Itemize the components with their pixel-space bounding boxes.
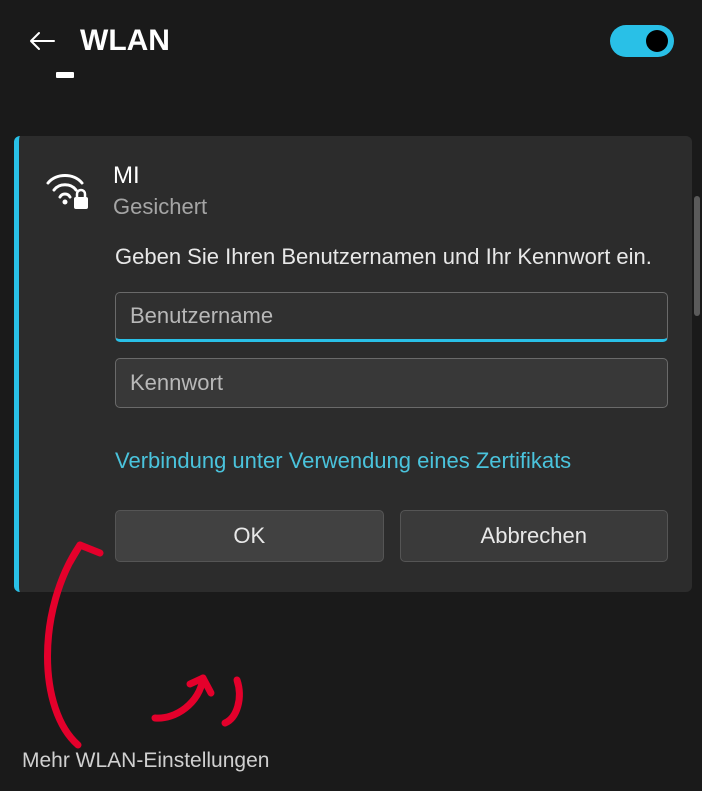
network-status: Gesichert	[113, 194, 207, 220]
password-input[interactable]	[115, 358, 668, 408]
ok-button[interactable]: OK	[115, 510, 384, 562]
arrow-left-icon	[29, 31, 55, 51]
wifi-secured-icon	[43, 166, 93, 212]
cancel-button[interactable]: Abbrechen	[400, 510, 669, 562]
auth-prompt: Geben Sie Ihren Benutzernamen und Ihr Ke…	[115, 242, 668, 272]
network-name: MI	[113, 162, 207, 190]
back-button[interactable]	[28, 27, 56, 55]
page-title: WLAN	[80, 24, 610, 58]
use-certificate-link[interactable]: Verbindung unter Verwendung eines Zertif…	[115, 448, 571, 474]
wlan-toggle[interactable]	[610, 25, 674, 57]
network-auth-panel: MI Gesichert Geben Sie Ihren Benutzernam…	[14, 136, 692, 592]
more-wlan-settings-link[interactable]: Mehr WLAN-Einstellungen	[22, 749, 269, 773]
artifact	[56, 72, 74, 78]
annotation-arrow-2	[145, 668, 265, 738]
toggle-knob	[646, 30, 668, 52]
username-input[interactable]	[115, 292, 668, 342]
